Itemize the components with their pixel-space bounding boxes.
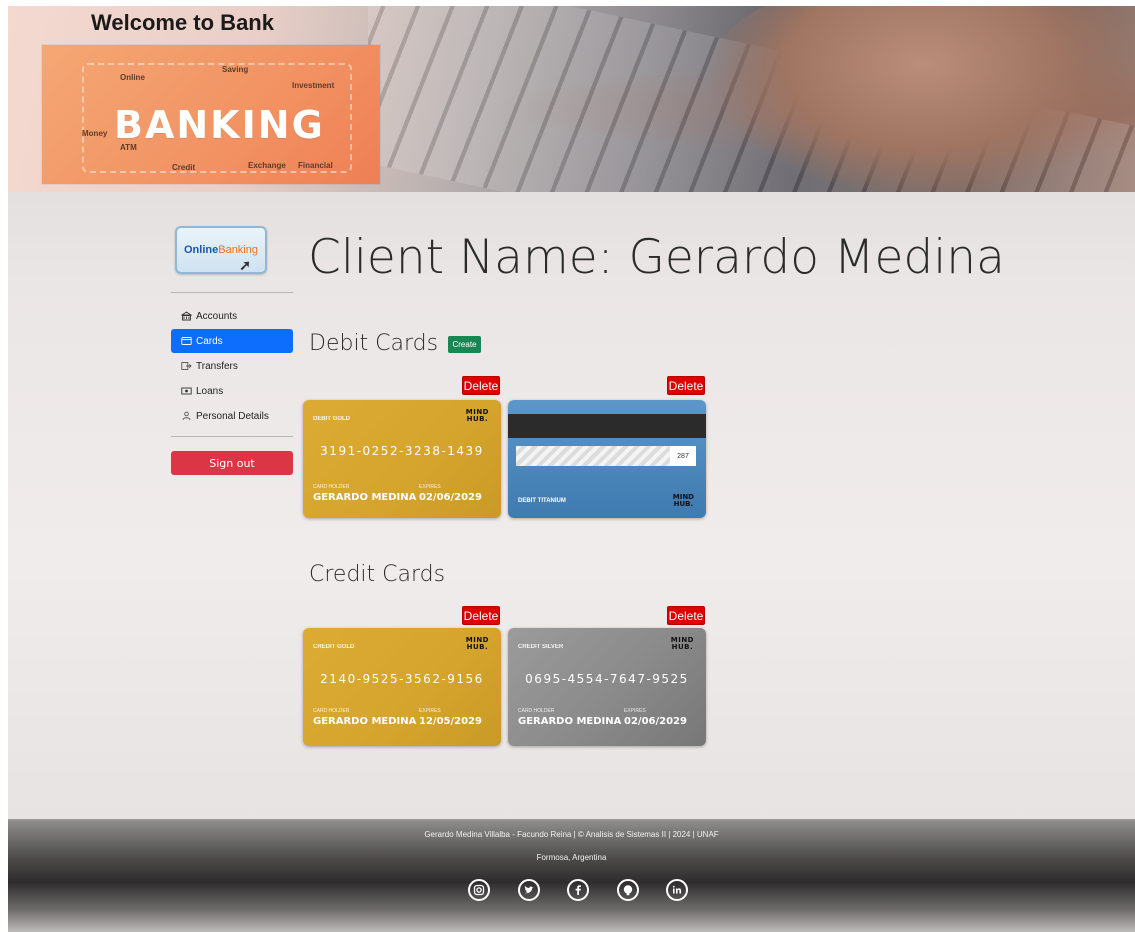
sidebar-item-loans[interactable]: Loans [171,379,293,403]
banner-label: Credit [172,163,196,172]
mindhub-logo: MIND HUB. [670,636,694,651]
sidebar-item-accounts[interactable]: Accounts [171,304,293,328]
page-frame: Welcome to Bank Online Saving Investment… [8,6,1135,932]
footer-location: Formosa, Argentina [536,853,607,862]
social-links [468,879,688,909]
mindhub-logo: MIND HUB. [465,408,489,423]
delete-card-button[interactable]: Delete [462,376,500,395]
banner-label: Financial [298,161,333,170]
banner-label: Investment [292,81,335,90]
delete-card-button[interactable]: Delete [462,606,500,625]
footer-credits: Gerardo Medina Villalba - Facundo Reina … [424,830,719,839]
debit-card-titanium[interactable]: 287 DEBIT TITANIUM MIND HUB. [508,400,706,518]
card-holder-name: GERARDO MEDINA [313,716,417,727]
card-type: CREDIT SILVER [518,644,564,650]
card-cvv: 287 [670,446,696,466]
card-expires-date: 02/06/2029 [419,492,482,503]
card-type: CREDIT GOLD [313,644,355,650]
cursor-icon: ➚ [239,257,251,273]
banking-banner-image: Online Saving Investment Money ATM Credi… [42,45,380,184]
card-expires-date: 12/05/2029 [419,716,482,727]
card-holder-label: CARD HOLDER [313,484,350,490]
banner-label: Online [120,73,145,82]
card-type: DEBIT GOLD [313,416,350,422]
card-holder-name: GERARDO MEDINA [313,492,417,503]
credit-card-gold[interactable]: CREDIT GOLD MIND HUB. 2140-9525-3562-9156… [303,628,501,746]
mindhub-logo: MIND HUB. [465,636,489,651]
logo-text-banking: Banking [218,244,258,256]
cash-icon [181,386,193,396]
transfer-icon [181,361,193,371]
bank-icon [180,311,193,321]
delete-card-button[interactable]: Delete [667,606,705,625]
client-name-title: Client Name: Gerardo Medina [308,230,1005,285]
sidebar-divider [171,292,293,293]
signature-strip [516,446,670,466]
credit-cards-title: Credit Cards [309,562,446,587]
logo-text-online: Online [184,244,219,256]
sidebar-item-transfers[interactable]: Transfers [171,354,293,378]
sidebar-item-label: Cards [196,335,223,347]
mindhub-logo: MIND HUB. [672,493,694,508]
sidebar-divider [171,436,293,437]
facebook-icon[interactable] [567,879,589,901]
card-number: 2140-9525-3562-9156 [320,672,484,686]
sidebar-item-label: Transfers [196,360,238,372]
debit-cards-title: Debit Cards [309,331,439,356]
card-holder-label: CARD HOLDER [518,708,555,714]
sidebar-item-label: Loans [196,385,224,397]
card-expires-date: 02/06/2029 [624,716,687,727]
magnetic-stripe [508,414,706,438]
welcome-heading: Welcome to Bank [91,10,274,35]
card-type: DEBIT TITANIUM [518,498,566,504]
card-holder-label: CARD HOLDER [313,708,350,714]
footer: Gerardo Medina Villalba - Facundo Reina … [8,819,1135,932]
banner-word: BANKING [114,103,325,147]
hero-banner: Welcome to Bank Online Saving Investment… [8,6,1135,192]
instagram-icon[interactable] [468,879,490,901]
card-expires-label: EXPIRES [419,484,441,490]
linkedin-icon[interactable] [666,879,688,901]
twitter-icon[interactable] [517,879,540,901]
sidebar-item-cards[interactable]: Cards [171,329,293,353]
create-card-button[interactable]: Create [448,336,481,353]
credit-card-silver[interactable]: CREDIT SILVER MIND HUB. 0695-4554-7647-95… [508,628,706,746]
sidebar-item-personal-details[interactable]: Personal Details [171,404,293,428]
card-expires-label: EXPIRES [624,708,646,714]
card-icon [181,336,193,346]
online-banking-logo[interactable]: Online Banking ➚ [175,226,267,274]
banner-label: Money [82,129,108,138]
delete-card-button[interactable]: Delete [667,376,705,395]
card-expires-label: EXPIRES [419,708,441,714]
sign-out-button[interactable]: Sign out [171,451,293,475]
card-holder-name: GERARDO MEDINA [518,716,622,727]
github-icon[interactable] [616,879,639,901]
debit-card-gold[interactable]: DEBIT GOLD MIND HUB. 3191-0252-3238-1439 … [303,400,501,518]
banner-label: Saving [222,65,249,74]
sidebar-item-label: Accounts [196,310,238,322]
sidebar-item-label: Personal Details [196,410,269,422]
card-number: 3191-0252-3238-1439 [320,444,484,458]
person-icon [181,411,193,421]
card-number: 0695-4554-7647-9525 [525,672,689,686]
banner-label: Exchange [248,161,286,170]
